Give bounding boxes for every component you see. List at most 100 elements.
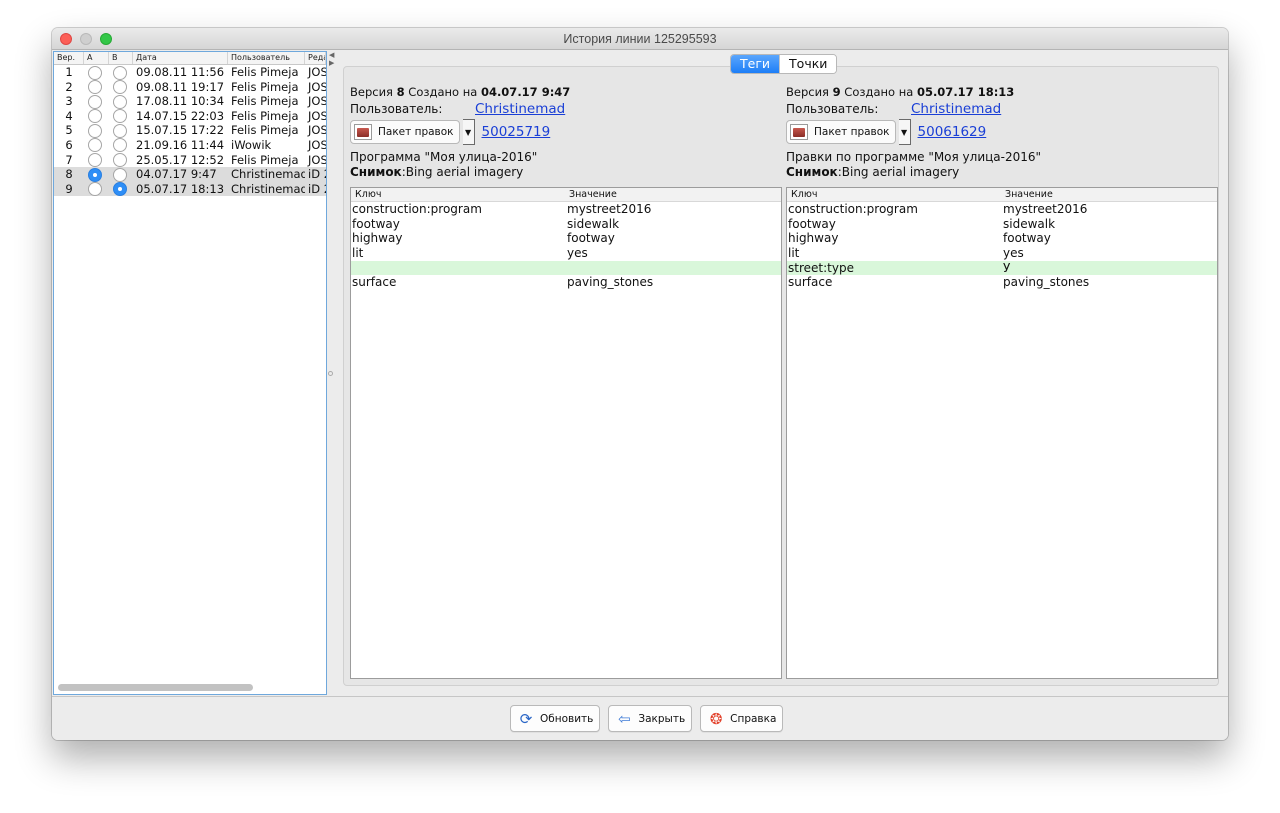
radio-a-icon[interactable] bbox=[88, 80, 102, 95]
history-row[interactable]: 1 09.08.11 11:56 Felis Pimeja JOS bbox=[54, 65, 326, 80]
version-b-radio[interactable] bbox=[109, 167, 133, 182]
radio-b-icon[interactable] bbox=[113, 138, 127, 153]
tag-row[interactable]: footway sidewalk bbox=[351, 217, 781, 232]
window-zoom-button[interactable] bbox=[100, 33, 112, 45]
radio-b-icon[interactable] bbox=[113, 123, 127, 138]
version-b-radio[interactable] bbox=[109, 65, 133, 80]
radio-b-icon[interactable] bbox=[113, 167, 127, 182]
tag-row[interactable]: highway footway bbox=[787, 231, 1217, 246]
version-b-user-link[interactable]: Christinemad bbox=[911, 100, 1001, 118]
history-version-number: 7 bbox=[65, 152, 73, 167]
window-title: История линии 125295593 bbox=[563, 32, 717, 46]
version-a-changeset-button[interactable]: Пакет правок bbox=[350, 120, 460, 144]
version-b-changeset-link[interactable]: 50061629 bbox=[918, 124, 987, 140]
version-b-changeset-button[interactable]: Пакет правок bbox=[786, 120, 896, 144]
value-column-header[interactable]: Значение bbox=[565, 188, 781, 201]
version-b-radio[interactable] bbox=[109, 94, 133, 109]
radio-a-icon[interactable] bbox=[88, 167, 102, 182]
divider-grip-icon bbox=[328, 371, 333, 376]
history-row[interactable]: 3 17.08.11 10:34 Felis Pimeja JOS bbox=[54, 94, 326, 109]
tag-row[interactable]: construction:program mystreet2016 bbox=[351, 202, 781, 217]
tag-row[interactable] bbox=[351, 260, 781, 276]
history-user: Felis Pimeja bbox=[231, 123, 299, 138]
version-a-radio[interactable] bbox=[84, 109, 109, 124]
tag-row[interactable]: lit yes bbox=[787, 246, 1217, 261]
help-button[interactable]: ❂ Справка bbox=[700, 705, 784, 732]
divider-arrows-icon[interactable]: ◀ ▶ bbox=[329, 51, 334, 67]
version-a-user-link[interactable]: Christinemad bbox=[475, 100, 565, 118]
title-bar[interactable]: История линии 125295593 bbox=[52, 28, 1228, 50]
tag-row[interactable]: surface paving_stones bbox=[351, 275, 781, 290]
column-header-user[interactable]: Пользователь bbox=[228, 52, 305, 64]
history-row[interactable]: 4 14.07.15 22:03 Felis Pimeja JOS bbox=[54, 109, 326, 124]
history-row[interactable]: 6 21.09.16 11:44 iWowik JOS bbox=[54, 138, 326, 153]
horizontal-scrollbar[interactable] bbox=[58, 684, 253, 691]
history-row[interactable]: 9 05.07.17 18:13 ChristinemadiD 2 bbox=[54, 181, 326, 197]
history-row[interactable]: 8 04.07.17 9:47 ChristinemadiD 2 bbox=[54, 167, 326, 182]
version-b-radio[interactable] bbox=[109, 123, 133, 138]
column-header-ver[interactable]: Вер. bbox=[54, 52, 84, 64]
radio-b-icon[interactable] bbox=[113, 94, 127, 109]
tag-row[interactable]: street:type У bbox=[787, 260, 1217, 276]
history-table[interactable]: Вер. A B Дата Пользователь Реда 1 09.08.1… bbox=[53, 51, 327, 695]
version-b-radio[interactable] bbox=[109, 153, 133, 168]
tag-row[interactable]: lit yes bbox=[351, 246, 781, 261]
window-close-button[interactable] bbox=[60, 33, 72, 45]
history-row[interactable]: 5 15.07.15 17:22 Felis Pimeja JOS bbox=[54, 123, 326, 138]
dialog-buttons: ⟳ Обновить ⇦ Закрыть ❂ Справка bbox=[510, 705, 784, 732]
version-a-radio[interactable] bbox=[84, 65, 109, 80]
column-header-a[interactable]: A bbox=[84, 52, 109, 64]
version-b-tag-table[interactable]: Ключ Значение construction:program mystre… bbox=[786, 187, 1218, 679]
radio-b-icon[interactable] bbox=[113, 80, 127, 95]
history-version-number: 8 bbox=[65, 167, 73, 182]
radio-b-icon[interactable] bbox=[113, 182, 127, 197]
version-a-changeset-link[interactable]: 50025719 bbox=[482, 124, 551, 140]
radio-a-icon[interactable] bbox=[88, 153, 102, 168]
radio-a-icon[interactable] bbox=[88, 182, 102, 197]
key-column-header[interactable]: Ключ bbox=[787, 188, 1001, 201]
version-b-radio[interactable] bbox=[109, 182, 133, 197]
history-row[interactable]: 7 25.05.17 12:52 Felis Pimeja JOS bbox=[54, 153, 326, 168]
version-a-tag-table[interactable]: Ключ Значение construction:program mystre… bbox=[350, 187, 782, 679]
version-a-radio[interactable] bbox=[84, 94, 109, 109]
tab-tags[interactable]: Теги bbox=[731, 55, 780, 73]
radio-b-icon[interactable] bbox=[113, 153, 127, 168]
refresh-button[interactable]: ⟳ Обновить bbox=[510, 705, 601, 732]
version-b-radio[interactable] bbox=[109, 80, 133, 95]
version-b-radio[interactable] bbox=[109, 109, 133, 124]
version-a-radio[interactable] bbox=[84, 80, 109, 95]
version-a-radio[interactable] bbox=[84, 138, 109, 153]
column-header-b[interactable]: B bbox=[109, 52, 133, 64]
radio-a-icon[interactable] bbox=[88, 109, 102, 124]
history-row[interactable]: 2 09.08.11 19:17 Felis Pimeja JOS bbox=[54, 80, 326, 95]
radio-a-icon[interactable] bbox=[88, 65, 102, 80]
column-header-date[interactable]: Дата bbox=[133, 52, 228, 64]
version-a-radio[interactable] bbox=[84, 123, 109, 138]
radio-a-icon[interactable] bbox=[88, 94, 102, 109]
tag-key: footway bbox=[352, 216, 400, 231]
tag-row[interactable]: highway footway bbox=[351, 231, 781, 246]
tag-row[interactable]: surface paving_stones bbox=[787, 275, 1217, 290]
radio-b-icon[interactable] bbox=[113, 65, 127, 80]
tag-value: sidewalk bbox=[567, 216, 620, 231]
tag-row[interactable]: construction:program mystreet2016 bbox=[787, 202, 1217, 217]
history-user: iWowik bbox=[231, 137, 272, 152]
tag-row[interactable]: footway sidewalk bbox=[787, 217, 1217, 232]
version-a-radio[interactable] bbox=[84, 182, 109, 197]
radio-b-icon[interactable] bbox=[113, 109, 127, 124]
split-pane-divider[interactable]: ◀ ▶ bbox=[327, 51, 335, 695]
column-header-editor[interactable]: Реда bbox=[305, 52, 326, 64]
version-b-radio[interactable] bbox=[109, 138, 133, 153]
key-column-header[interactable]: Ключ bbox=[351, 188, 565, 201]
radio-a-icon[interactable] bbox=[88, 123, 102, 138]
tab-nodes[interactable]: Точки bbox=[779, 55, 837, 73]
value-column-header[interactable]: Значение bbox=[1001, 188, 1217, 201]
version-a-changeset-dropdown[interactable]: ▼ bbox=[462, 119, 475, 145]
version-b-changeset-dropdown[interactable]: ▼ bbox=[898, 119, 911, 145]
close-button[interactable]: ⇦ Закрыть bbox=[608, 705, 693, 732]
history-date: 05.07.17 18:13 bbox=[136, 181, 225, 196]
version-a-radio[interactable] bbox=[84, 167, 109, 182]
window-minimize-button[interactable] bbox=[80, 33, 92, 45]
version-a-radio[interactable] bbox=[84, 153, 109, 168]
radio-a-icon[interactable] bbox=[88, 138, 102, 153]
